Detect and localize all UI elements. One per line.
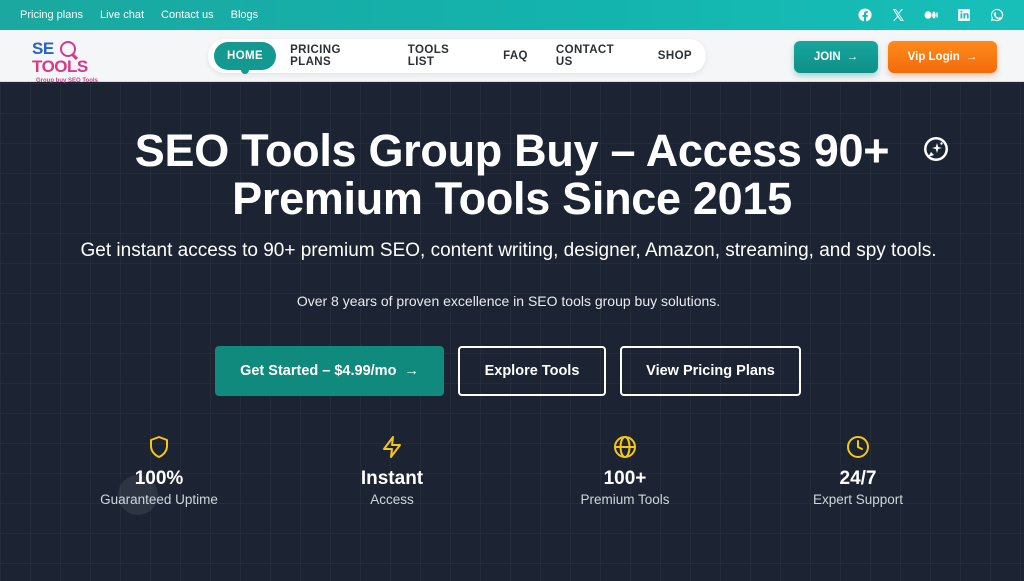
- hero-title-line1: SEO Tools Group Buy – Access 90+: [134, 125, 890, 176]
- join-label: JOIN: [813, 51, 841, 63]
- hero-tagline: Over 8 years of proven excellence in SEO…: [296, 293, 721, 309]
- nav-pricing-plans[interactable]: PRICING PLANS: [276, 42, 394, 70]
- stat-label: Premium Tools: [580, 492, 670, 507]
- logo-text-se: SE: [32, 39, 54, 58]
- hero-title-line2: Premium Tools Since 2015: [232, 173, 792, 224]
- globe-icon: [614, 436, 636, 458]
- whatsapp-icon[interactable]: [990, 8, 1004, 22]
- primary-menu: HOME PRICING PLANS TOOLS LIST FAQ CONTAC…: [208, 39, 706, 74]
- explore-tools-button[interactable]: Explore Tools: [458, 346, 606, 396]
- facebook-icon[interactable]: [858, 8, 872, 22]
- top-link-live-chat[interactable]: Live chat: [100, 9, 144, 21]
- clock-icon: [847, 436, 869, 458]
- top-link-pricing-plans[interactable]: Pricing plans: [20, 9, 83, 21]
- stat-value: Instant: [360, 468, 424, 489]
- nav-faq[interactable]: FAQ: [489, 42, 542, 70]
- nav-home[interactable]: HOME: [214, 42, 277, 74]
- get-started-label: Get Started – $4.99/mo: [240, 363, 397, 379]
- x-icon[interactable]: [891, 8, 905, 22]
- linkedin-icon[interactable]: [957, 8, 971, 22]
- nav-contact-us[interactable]: CONTACT US: [542, 42, 644, 70]
- nav-shop[interactable]: SHOP: [644, 42, 706, 70]
- get-started-button[interactable]: Get Started – $4.99/mo →: [215, 346, 444, 396]
- arrow-right-icon: →: [846, 51, 859, 63]
- medium-icon[interactable]: [924, 8, 938, 22]
- view-pricing-plans-label: View Pricing Plans: [646, 363, 775, 379]
- hero-section: SEO Tools Group Buy – Access 90+ Premium…: [0, 83, 1024, 581]
- hero-subtitle: Get instant access to 90+ premium SEO, c…: [80, 240, 937, 261]
- stat-label: Access: [370, 492, 414, 507]
- arrow-right-icon: →: [404, 363, 419, 379]
- magnifier-icon: [60, 41, 76, 57]
- stat-label: Expert Support: [812, 492, 904, 507]
- top-link-contact-us[interactable]: Contact us: [161, 9, 214, 21]
- vip-login-button[interactable]: Vip Login →: [888, 41, 997, 73]
- stat-label: Guaranteed Uptime: [100, 492, 218, 507]
- main-navbar: SETOOLS Group buy SEO Tools HOME PRICING…: [0, 30, 1024, 85]
- join-button[interactable]: JOIN →: [794, 41, 878, 73]
- stat-uptime: 100% Guaranteed Uptime: [59, 435, 259, 507]
- view-pricing-plans-button[interactable]: View Pricing Plans: [620, 346, 801, 396]
- nav-tools-list[interactable]: TOOLS LIST: [394, 42, 489, 70]
- arrow-right-icon: →: [965, 51, 978, 63]
- top-bar: Pricing plans Live chat Contact us Blogs: [0, 0, 1024, 30]
- stat-value: 24/7: [839, 468, 877, 489]
- stat-support: 24/7 Expert Support: [758, 435, 958, 507]
- top-links: Pricing plans Live chat Contact us Blogs: [20, 9, 275, 21]
- stat-access: Instant Access: [292, 435, 492, 507]
- site-logo[interactable]: SETOOLS Group buy SEO Tools: [32, 39, 112, 85]
- chat-sparkle-icon[interactable]: [922, 135, 950, 163]
- lightning-icon: [383, 436, 401, 458]
- vip-login-label: Vip Login: [907, 51, 960, 63]
- stat-tools: 100+ Premium Tools: [525, 435, 725, 507]
- explore-tools-label: Explore Tools: [484, 363, 580, 379]
- shield-icon: [150, 436, 168, 458]
- logo-text-tools: TOOLS: [32, 57, 88, 76]
- social-links: [839, 8, 1004, 22]
- top-link-blogs[interactable]: Blogs: [231, 9, 259, 21]
- stat-value: 100%: [134, 468, 184, 489]
- stat-value: 100+: [603, 468, 647, 489]
